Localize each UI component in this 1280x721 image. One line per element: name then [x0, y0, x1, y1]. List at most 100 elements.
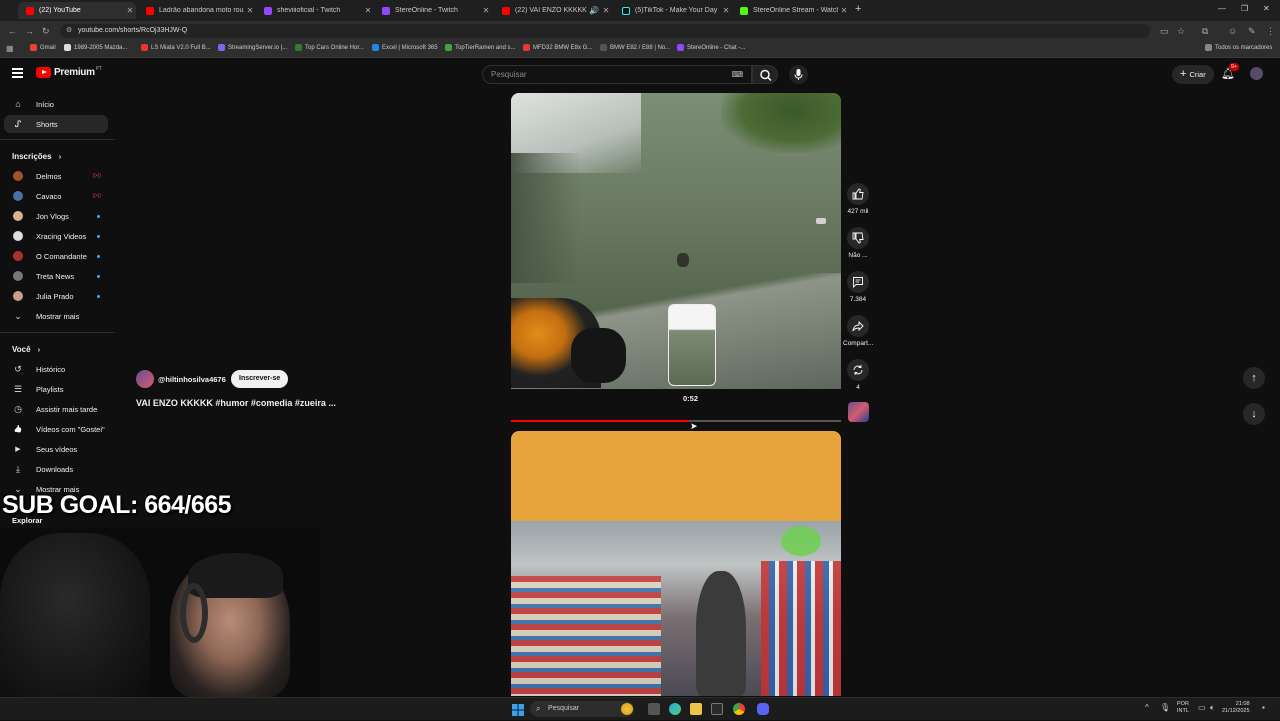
close-icon[interactable]: ✕ — [124, 6, 136, 15]
sidebar-item-jon-vlogs[interactable]: Jon Vlogs — [0, 207, 115, 225]
task-view-icon[interactable] — [648, 703, 660, 715]
youtube-logo[interactable]: Premium PT — [36, 66, 102, 78]
hamburger-menu-icon[interactable] — [12, 68, 23, 78]
close-icon[interactable]: ✕ — [600, 6, 612, 15]
channel-avatar[interactable] — [136, 370, 154, 388]
like-button[interactable]: 427 mil — [843, 183, 873, 215]
close-icon[interactable]: ✕ — [720, 6, 732, 15]
clock[interactable]: 21:08 21/12/2025 — [1222, 701, 1250, 715]
all-bookmarks-folder[interactable]: Todos os marcadores — [1205, 44, 1272, 51]
discord-icon[interactable] — [757, 703, 769, 715]
sound-thumbnail[interactable] — [848, 402, 869, 422]
bookmark-stereonline-chat[interactable]: StereOnline - Chat -... — [677, 44, 745, 51]
comments-button[interactable]: 7.384 — [843, 271, 873, 303]
notification-center-icon[interactable]: ▪ — [1262, 703, 1265, 712]
profile-icon[interactable]: ☺ — [1228, 26, 1237, 36]
next-short-video[interactable] — [511, 431, 841, 696]
share-button[interactable]: Compart... — [843, 315, 873, 347]
network-icon[interactable]: ▭ — [1198, 703, 1206, 712]
close-icon[interactable]: ✕ — [838, 6, 850, 15]
short-video-player[interactable] — [511, 93, 841, 389]
bookmark-star-icon[interactable]: ☆ — [1177, 26, 1185, 37]
dislike-button[interactable]: Não ... — [843, 227, 873, 259]
sidebar-item-delmos[interactable]: Delmos ((•)) — [0, 167, 115, 185]
bookmark-gmail[interactable]: Gmail — [30, 44, 56, 51]
cast-icon[interactable]: ▭ — [1160, 26, 1169, 37]
sidebar-item-cavaco[interactable]: Cavaco ((•)) — [0, 187, 115, 205]
site-info-icon[interactable]: ⚙ — [66, 26, 72, 34]
minimize-button[interactable]: — — [1218, 4, 1226, 13]
close-icon[interactable]: ✕ — [480, 6, 492, 15]
extensions-icon[interactable]: ⧉ — [1202, 26, 1208, 37]
sidebar-item-o-comandante[interactable]: O Comandante — [0, 247, 115, 265]
bookmark-mazda[interactable]: 1989-2005 Mazda... — [64, 44, 127, 51]
store-icon[interactable] — [711, 703, 723, 715]
close-icon[interactable]: ✕ — [362, 6, 374, 15]
account-avatar[interactable] — [1250, 67, 1263, 80]
forward-icon[interactable]: → — [25, 26, 34, 36]
bookmark-mfd32[interactable]: MFD32 BMW E8x G... — [523, 44, 592, 51]
subscribe-button[interactable]: Inscrever-se — [231, 370, 289, 388]
short-title[interactable]: VAI ENZO KKKKK #humor #comedia #zueira .… — [136, 398, 336, 408]
bookmark-bmw[interactable]: BMW E82 / E88 | No... — [600, 44, 670, 51]
you-heading[interactable]: Você › — [12, 345, 40, 354]
sidebar-item-playlists[interactable]: ☰ Playlists — [0, 380, 115, 398]
sidebar-item-julia-prado[interactable]: Julia Prado — [0, 287, 115, 305]
close-icon[interactable]: ✕ — [244, 6, 256, 15]
bookmark-excel[interactable]: Excel | Microsoft 365 — [372, 44, 438, 51]
chrome-icon[interactable] — [733, 703, 745, 715]
sidebar-item-liked-videos[interactable]: 👍 Vídeos com "Gostei" — [0, 420, 115, 438]
channel-handle[interactable]: @hiltinhosilva4676 — [158, 375, 226, 384]
sidebar-item-downloads[interactable]: ⤓ Downloads — [0, 460, 115, 478]
progress-bar[interactable] — [511, 420, 841, 422]
url-field[interactable]: youtube.com/shorts/RcOj33HJW-Q — [60, 24, 1150, 38]
subscriptions-heading[interactable]: Inscrições › — [12, 152, 61, 161]
bookmark-miata[interactable]: LS Miata V2.0 Full B... — [141, 44, 211, 51]
bookmark-topcars[interactable]: Top Cars Online Hor... — [295, 44, 364, 51]
sidebar-item-historico[interactable]: ↺ Histórico — [0, 360, 115, 378]
tab-ladrao[interactable]: Ladrão abandona moto roubada ✕ — [138, 2, 256, 19]
edge-icon[interactable] — [669, 703, 681, 715]
tab-vai-enzo[interactable]: (22) VAI ENZO KKKKK #hum 🔊 ✕ — [494, 2, 612, 19]
sidebar-item-treta-news[interactable]: Treta News — [0, 267, 115, 285]
remix-button[interactable]: 4 — [843, 359, 873, 391]
language-indicator[interactable]: POR INTL — [1177, 701, 1189, 715]
apps-grid-icon[interactable]: ▦ — [6, 44, 14, 53]
microphone-tray-icon[interactable]: 🎙︎ — [1160, 703, 1170, 712]
sidebar-item-inicio[interactable]: ⌂ Início — [0, 95, 115, 113]
sidebar-item-your-videos[interactable]: ▶ Seus vídeos — [0, 440, 115, 458]
keyboard-icon[interactable]: ⌨ — [731, 66, 743, 83]
tab-tiktok[interactable]: (5)TikTok - Make Your Day ✕ — [614, 2, 732, 19]
windows-start-icon[interactable] — [512, 703, 524, 716]
file-explorer-icon[interactable] — [690, 703, 702, 715]
close-window-button[interactable]: ✕ — [1263, 4, 1270, 13]
previous-short-button[interactable]: ↑ — [1243, 367, 1265, 389]
edit-icon[interactable]: ✎ — [1248, 26, 1256, 37]
sidebar-item-label: Xracing Videos — [36, 231, 87, 241]
tab-twitch-stereonline[interactable]: StereOnline - Twitch ✕ — [374, 2, 492, 19]
back-icon[interactable]: ← — [8, 26, 17, 36]
volume-icon[interactable]: 🔈︎ — [1210, 703, 1215, 713]
menu-icon[interactable]: ⋮ — [1266, 26, 1275, 37]
search-button[interactable] — [752, 65, 778, 84]
audio-icon[interactable]: 🔊 — [588, 6, 600, 15]
tab-kick[interactable]: StereOnline Stream - Watch Li ✕ — [732, 2, 850, 19]
tab-twitch-shevii[interactable]: sheviiioficial - Twitch ✕ — [256, 2, 374, 19]
sidebar-item-xracing[interactable]: Xracing Videos — [0, 227, 115, 245]
search-input[interactable]: Pesquisar ⌨ — [482, 65, 752, 84]
new-tab-button[interactable]: + — [855, 3, 861, 15]
taskbar-search[interactable]: ⌕ Pesquisar — [530, 701, 634, 717]
next-short-button[interactable]: ↓ — [1243, 403, 1265, 425]
sidebar-item-watch-later[interactable]: ◷ Assistir mais tarde — [0, 400, 115, 418]
voice-search-button[interactable] — [789, 65, 808, 84]
tray-chevron-icon[interactable]: ^ — [1145, 703, 1149, 712]
copilot-icon[interactable] — [621, 703, 633, 715]
create-button[interactable]: + Criar — [1172, 65, 1214, 84]
bookmark-ramen[interactable]: TopTierRamen and s... — [445, 44, 515, 51]
sidebar-item-shorts[interactable]: ᔑ Shorts — [4, 115, 108, 133]
tab-youtube[interactable]: (22) YouTube ✕ — [18, 2, 136, 19]
maximize-button[interactable]: ❐ — [1241, 4, 1248, 13]
sidebar-show-more-subs[interactable]: ⌄ Mostrar mais — [0, 307, 115, 325]
reload-icon[interactable]: ↻ — [42, 26, 50, 37]
bookmark-streamingserver[interactable]: StreamingServer.io |... — [218, 44, 287, 51]
